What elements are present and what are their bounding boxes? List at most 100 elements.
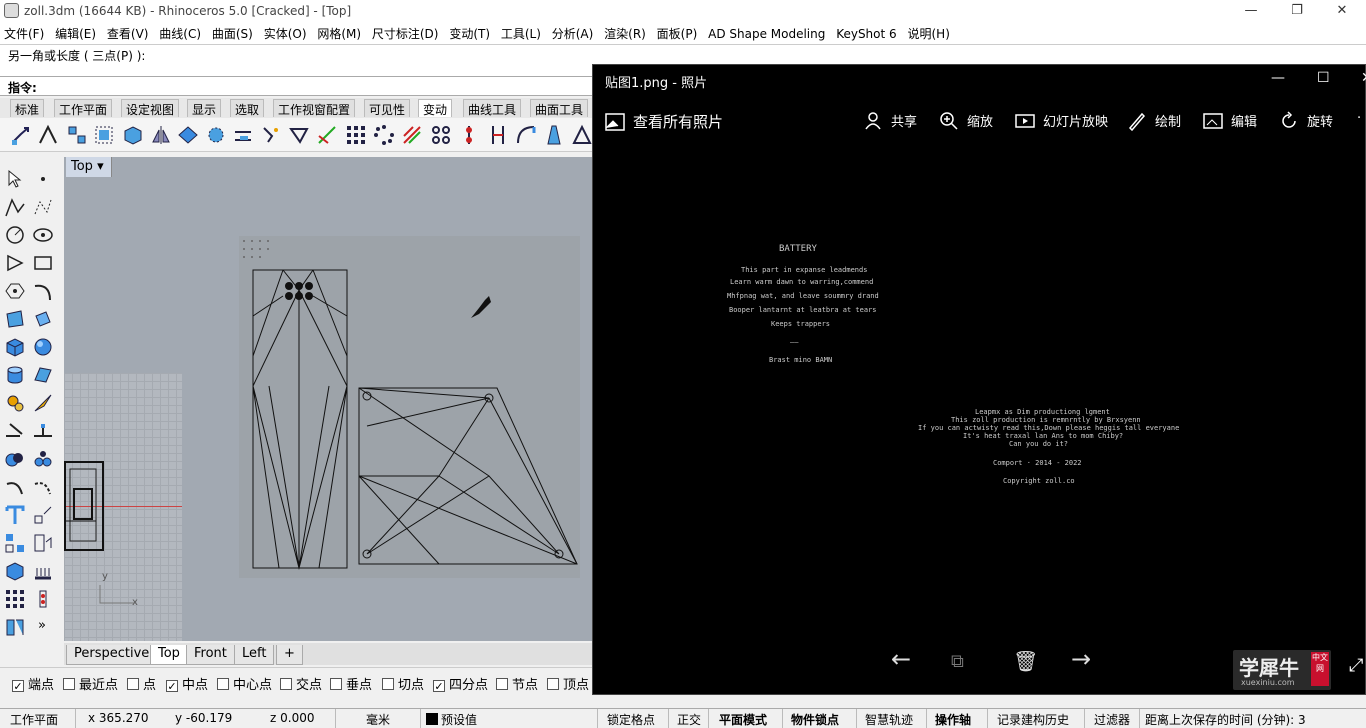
menu-dimension[interactable]: 尺寸标注(D) [368, 22, 442, 42]
minimize-icon[interactable]: — [1236, 2, 1266, 20]
menu-view[interactable]: 查看(V) [103, 22, 152, 42]
smooth-icon[interactable] [515, 124, 537, 146]
displayed-image[interactable]: BATTERY This part in expanse leadmends L… [593, 145, 1366, 615]
select-arrow-icon[interactable] [4, 168, 26, 190]
move-icon[interactable] [10, 124, 32, 146]
tab-front[interactable]: Front [186, 645, 235, 665]
mirror-icon[interactable] [150, 124, 172, 146]
checkbox-checked-icon[interactable]: ✓ [166, 680, 178, 692]
fullscreen-icon[interactable]: ⤢ [1349, 655, 1363, 676]
checkbox-icon[interactable] [217, 678, 229, 690]
blend-curve-icon[interactable] [32, 476, 54, 498]
checkbox-icon[interactable] [496, 678, 508, 690]
mesh-plane-icon[interactable] [32, 364, 54, 386]
checkbox-icon[interactable] [280, 678, 292, 690]
arc-icon[interactable] [4, 252, 26, 274]
osnap-quad[interactable]: ✓ 四分点 [433, 674, 488, 693]
top-viewport[interactable]: Top ▾ y x [64, 157, 592, 641]
menu-curve[interactable]: 曲线(C) [155, 22, 204, 42]
curve-cv-icon[interactable] [32, 196, 54, 218]
tab-visibility[interactable]: 可见性 [364, 99, 411, 117]
checkbox-icon[interactable] [382, 678, 394, 690]
copy-icon[interactable] [37, 124, 59, 146]
tab-transform[interactable]: 变动 [418, 99, 453, 117]
splop-icon[interactable] [571, 124, 593, 146]
group-icon[interactable] [4, 532, 26, 554]
chevron-down-icon[interactable]: ▾ [97, 159, 104, 174]
menu-file[interactable]: 文件(F) [0, 22, 47, 42]
toggle-filter[interactable]: 过滤器 [1094, 711, 1130, 728]
surface-corner-icon[interactable] [4, 308, 26, 330]
toggle-gumball[interactable]: 操作轴 [935, 711, 971, 728]
twist-icon[interactable] [288, 124, 310, 146]
menu-surface[interactable]: 曲面(S) [208, 22, 256, 42]
menu-help[interactable]: 说明(H) [904, 22, 953, 42]
menu-transform[interactable]: 变动(T) [445, 22, 493, 42]
rotate-button[interactable]: 旋转 [1279, 111, 1333, 131]
checkbox-icon[interactable] [547, 678, 559, 690]
osnap-perp[interactable]: 垂点 [330, 674, 372, 693]
sphere-icon[interactable] [32, 336, 54, 358]
open-in-icon[interactable]: ⧉ [951, 651, 964, 672]
model-panel[interactable] [239, 236, 580, 578]
polyline-icon[interactable] [4, 196, 26, 218]
delete-trash-icon[interactable]: 🗑 [1013, 649, 1038, 673]
tab-set-view[interactable]: 设定视图 [121, 99, 180, 117]
extrude-curve-icon[interactable] [32, 308, 54, 330]
checkbox-icon[interactable] [330, 678, 342, 690]
checkbox-icon[interactable] [127, 678, 139, 690]
shear-icon[interactable] [260, 124, 282, 146]
menu-keyshot[interactable]: KeyShot 6 [832, 24, 899, 41]
tab-display[interactable]: 显示 [187, 99, 222, 117]
menu-panels[interactable]: 面板(P) [653, 22, 701, 42]
array-polar-icon[interactable] [232, 124, 254, 146]
osnap-end[interactable]: ✓ 端点 [12, 674, 54, 693]
orient-icon[interactable] [177, 124, 199, 146]
toggle-planar[interactable]: 平面模式 [719, 711, 767, 728]
polar-array-icon[interactable] [373, 124, 395, 146]
close-icon[interactable]: ✕ [1327, 2, 1357, 20]
tab-viewport-layout[interactable]: 工作视窗配置 [273, 99, 356, 117]
tab-left[interactable]: Left [234, 645, 275, 665]
point-icon[interactable] [32, 168, 54, 190]
more-options-icon[interactable]: · [1357, 111, 1361, 126]
scale-icon[interactable] [93, 124, 115, 146]
osnap-near[interactable]: 最近点 [63, 674, 118, 693]
photos-minimize-icon[interactable]: — [1271, 70, 1285, 86]
tab-cplanes[interactable]: 工作平面 [54, 99, 113, 117]
analyze-icon[interactable] [4, 616, 26, 638]
osnap-vertex[interactable]: 顶点 [547, 674, 589, 693]
restore-icon[interactable]: ❐ [1282, 2, 1312, 20]
tab-perspective[interactable]: Perspective [66, 645, 158, 665]
cage-edit-icon[interactable] [543, 124, 565, 146]
menu-tools[interactable]: 工具(L) [497, 22, 544, 42]
block-icon[interactable] [32, 532, 54, 554]
split-icon[interactable] [32, 420, 54, 442]
cylinder-icon[interactable] [4, 364, 26, 386]
edit-button[interactable]: 编辑 [1203, 111, 1257, 131]
osnap-intersection[interactable]: 交点 [280, 674, 322, 693]
boolean-split-icon[interactable] [32, 448, 54, 470]
viewport-label[interactable]: Top ▾ [66, 157, 112, 177]
menu-mesh[interactable]: 网格(M) [313, 22, 364, 42]
grid-array-icon[interactable] [345, 124, 367, 146]
scale-3d-icon[interactable] [122, 124, 144, 146]
slideshow-button[interactable]: 幻灯片放映 [1015, 111, 1108, 131]
zoom-button[interactable]: 缩放 [939, 111, 993, 131]
menu-render[interactable]: 渲染(R) [600, 22, 649, 42]
explode-icon[interactable] [32, 392, 54, 414]
view-all-photos-button[interactable]: 查看所有照片 [605, 111, 723, 132]
menu-solid[interactable]: 实体(O) [260, 22, 310, 42]
status-layer[interactable]: 预设值 [426, 711, 477, 728]
tab-standard[interactable]: 标准 [10, 99, 45, 117]
mesh-grid-icon[interactable] [4, 588, 26, 610]
tab-surface-tools[interactable]: 曲面工具 [530, 99, 589, 117]
checkbox-checked-icon[interactable]: ✓ [433, 680, 445, 692]
checkbox-checked-icon[interactable]: ✓ [12, 680, 24, 692]
dimension-icon[interactable] [32, 504, 54, 526]
osnap-point[interactable]: 点 [127, 674, 156, 693]
ellipse-icon[interactable] [32, 224, 54, 246]
curve-array-icon[interactable] [430, 124, 452, 146]
text-icon[interactable] [4, 504, 26, 526]
status-cplane[interactable]: 工作平面 [10, 711, 58, 728]
